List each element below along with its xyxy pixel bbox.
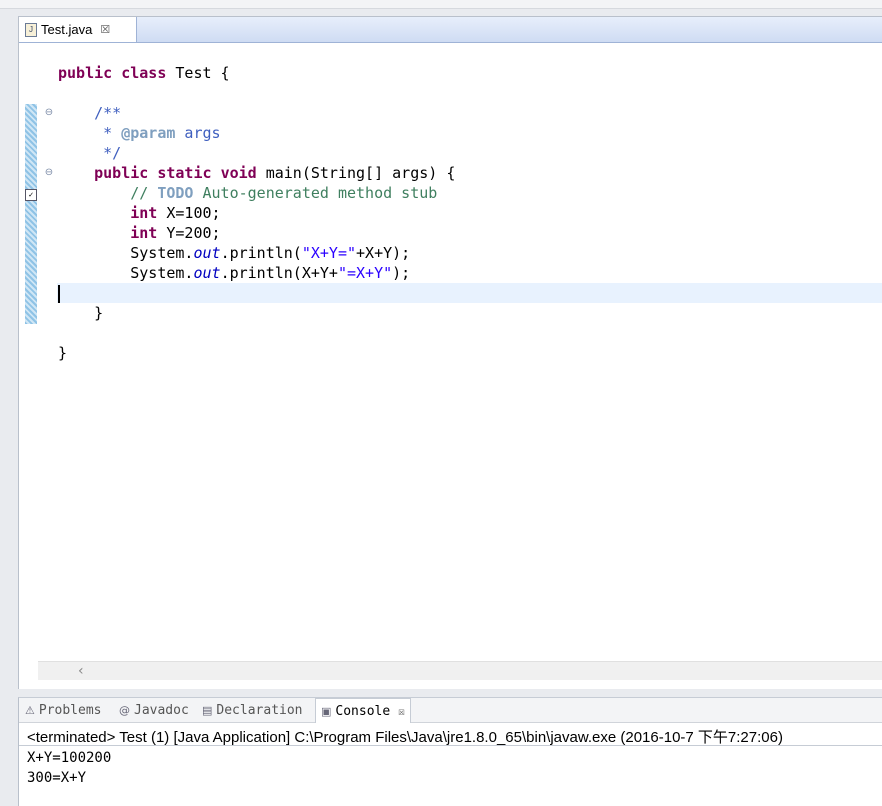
scroll-left-icon[interactable]: ‹ xyxy=(78,663,84,679)
console-output[interactable]: X+Y=100200 300=X+Y xyxy=(27,748,111,788)
static-field: out xyxy=(193,264,221,282)
string-literal: "=X+Y" xyxy=(337,264,393,282)
keyword: int xyxy=(130,224,158,242)
tab-label: Javadoc xyxy=(134,702,189,718)
tab-declaration[interactable]: ▤ Declaration xyxy=(202,698,303,722)
keyword: class xyxy=(121,64,167,82)
console-divider xyxy=(19,745,882,746)
code-line-10: System.out.println("X+Y="+X+Y); xyxy=(57,243,882,263)
code-text: } xyxy=(94,304,104,322)
string-literal: "X+Y=" xyxy=(301,244,357,262)
javadoc-icon: @ xyxy=(119,703,130,717)
javadoc-text: * xyxy=(58,124,122,142)
code-line-3: /** xyxy=(57,103,882,123)
change-ruler xyxy=(25,104,37,324)
code-text: main(String[] args) { xyxy=(256,164,456,182)
bottom-panel: ⚠ Problems @ Javadoc ▤ Declaration ▣ Con… xyxy=(18,697,882,806)
javadoc-text: args xyxy=(175,124,221,142)
console-line: X+Y=100200 xyxy=(27,750,112,766)
javadoc-text: /** xyxy=(94,104,122,122)
comment: // xyxy=(130,184,158,202)
java-file-icon: J xyxy=(25,22,37,37)
tab-console[interactable]: ▣ Console ☒ xyxy=(315,698,411,723)
tab-problems[interactable]: ⚠ Problems xyxy=(25,698,102,722)
javadoc-tag: @param xyxy=(121,124,176,142)
code-line-6: public static void main(String[] args) { xyxy=(57,163,882,183)
current-line xyxy=(57,283,882,303)
javadoc-text xyxy=(58,144,103,162)
code-line-7: // TODO Auto-generated method stub xyxy=(57,183,882,203)
tab-label: Problems xyxy=(38,702,102,718)
declaration-icon: ▤ xyxy=(202,703,213,717)
keyword: public xyxy=(58,64,113,82)
code-line-5: */ xyxy=(57,143,882,163)
code-text: Test { xyxy=(166,64,230,82)
code-editor[interactable]: public class Test { /** * @param args */… xyxy=(57,63,882,363)
tab-label: Test.java xyxy=(41,22,93,37)
code-text: +X+Y); xyxy=(356,244,411,262)
code-text: .println( xyxy=(220,244,302,262)
code-text: System. xyxy=(130,244,194,262)
tab-label: Declaration xyxy=(216,702,303,718)
code-line-4: * @param args xyxy=(57,123,882,143)
code-text: Y=200; xyxy=(157,224,221,242)
horizontal-scrollbar[interactable]: ‹ xyxy=(38,661,882,680)
console-status: <terminated> Test (1) [Java Application]… xyxy=(27,729,783,746)
problems-icon: ⚠ xyxy=(25,703,35,717)
code-line-15: } xyxy=(57,343,882,363)
tab-javadoc[interactable]: @ Javadoc xyxy=(119,698,189,722)
top-toolbar-strip xyxy=(0,0,882,9)
comment: Auto-generated method stub xyxy=(193,184,438,202)
code-line-1: public class Test { xyxy=(57,63,882,83)
keyword: static xyxy=(157,164,212,182)
editor-area: J Test.java ☒ ⊖ ⊖ ✓ public class Test { … xyxy=(18,16,882,689)
close-tab-icon[interactable]: ☒ xyxy=(398,705,405,718)
javadoc-text: */ xyxy=(103,144,122,162)
console-icon: ▣ xyxy=(321,704,332,718)
console-line: 300=X+Y xyxy=(27,770,87,786)
static-field: out xyxy=(193,244,221,262)
keyword: void xyxy=(220,164,257,182)
fold-collapse-icon[interactable]: ⊖ xyxy=(44,168,54,178)
close-tab-icon[interactable]: ☒ xyxy=(100,23,110,36)
code-text: } xyxy=(58,344,68,362)
code-text: X=100; xyxy=(157,204,221,222)
text-caret xyxy=(58,284,60,303)
fold-collapse-icon[interactable]: ⊖ xyxy=(44,108,54,118)
code-text: System. xyxy=(130,264,194,282)
code-text: .println(X+Y+ xyxy=(220,264,338,282)
todo-tag: TODO xyxy=(157,184,194,202)
editor-tab-bar: J Test.java ☒ xyxy=(19,17,882,43)
tab-label: Console xyxy=(335,703,391,719)
task-marker-icon[interactable]: ✓ xyxy=(25,189,37,201)
code-line-13: } xyxy=(57,303,882,323)
panel-tab-bar: ⚠ Problems @ Javadoc ▤ Declaration ▣ Con… xyxy=(19,698,882,723)
keyword: int xyxy=(130,204,158,222)
keyword: public xyxy=(94,164,149,182)
code-line-11: System.out.println(X+Y+"=X+Y"); xyxy=(57,263,882,283)
code-line-9: int Y=200; xyxy=(57,223,882,243)
tab-test-java[interactable]: J Test.java ☒ xyxy=(19,17,137,42)
code-text: ); xyxy=(392,264,411,282)
code-line-8: int X=100; xyxy=(57,203,882,223)
